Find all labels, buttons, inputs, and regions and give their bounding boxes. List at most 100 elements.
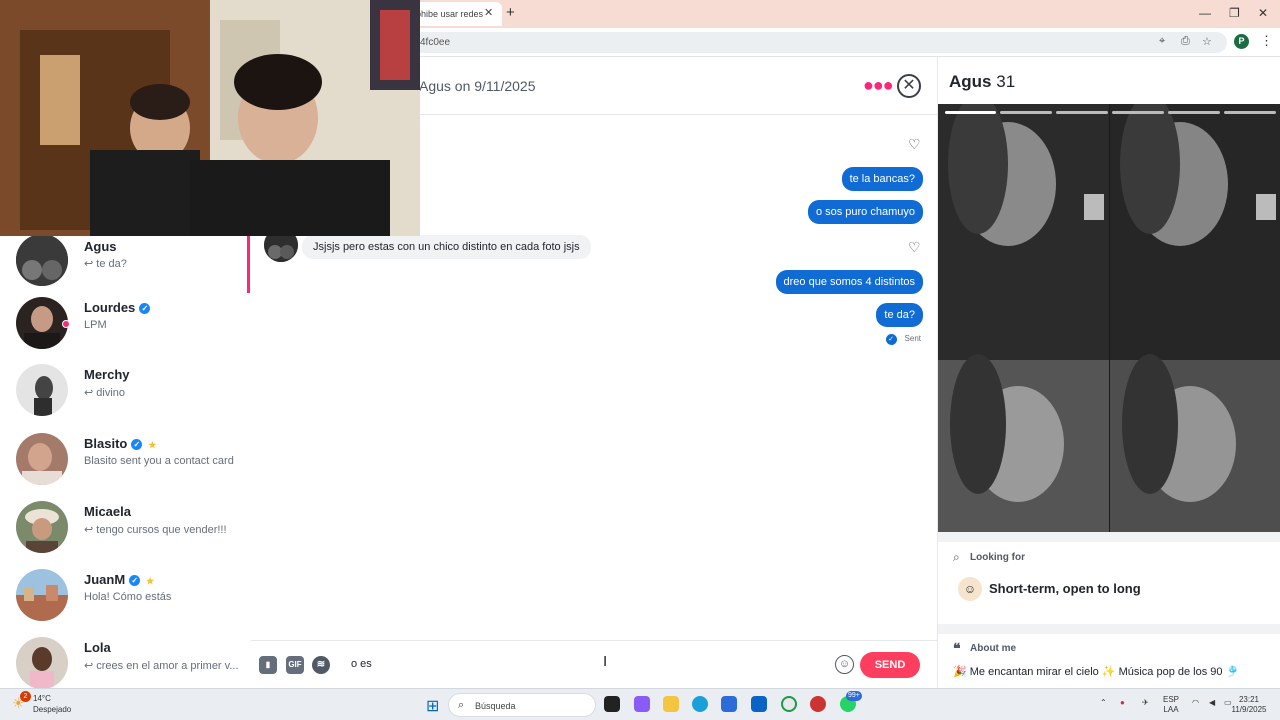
conversation-last-message: Hola! Cómo estás xyxy=(84,591,172,603)
verified-icon: ✓ xyxy=(129,575,141,586)
sent-check-icon: ✓ xyxy=(885,334,897,345)
text-cursor-icon: I xyxy=(603,653,608,670)
bookmark-star-icon[interactable]: ☆ xyxy=(1202,35,1212,48)
about-me-label: About me xyxy=(970,643,1017,654)
chrome-icon[interactable] xyxy=(781,696,797,712)
spotify-icon[interactable]: ≋ xyxy=(312,656,330,674)
conversation-item[interactable]: Micaela ↩ tengo cursos que vender!!! xyxy=(0,494,250,560)
looking-for-card: ⌕ Looking for ☺ Short-term, open to long xyxy=(938,542,1280,624)
conversation-name: Blasito ✓ ★ xyxy=(84,436,157,451)
conversation-last-message: ↩ divino xyxy=(84,387,126,399)
message-bubble-outgoing: te da? xyxy=(876,303,923,327)
profile-photo-image xyxy=(938,104,1280,532)
outlook-icon[interactable] xyxy=(751,696,767,712)
conversation-name: JuanM ✓ ★ xyxy=(84,572,155,587)
chat-title: Agus on 9/11/2025 xyxy=(419,78,536,94)
avatar-photo xyxy=(16,234,68,286)
file-explorer-icon[interactable] xyxy=(663,696,679,712)
conversation-name: Agus xyxy=(84,239,117,254)
minimize-icon[interactable]: — xyxy=(1199,6,1211,20)
emoji-icon[interactable]: ☺ xyxy=(835,655,854,674)
conversation-last-message: ↩ te da? xyxy=(84,258,127,270)
clock[interactable]: 23:21 11/9/2025 xyxy=(1228,695,1270,715)
conversation-name: Merchy xyxy=(84,367,130,382)
whatsapp-badge: 99+ xyxy=(846,691,862,701)
avatar xyxy=(16,433,68,485)
webcam-overlay xyxy=(0,0,420,236)
restore-icon[interactable]: ❐ xyxy=(1229,6,1240,20)
avatar-photo xyxy=(16,433,68,485)
windows-taskbar: ☀ 2 14°C Despejado ⊞ ⌕ Búsqueda 99+ ⌃ ● … xyxy=(0,688,1280,720)
conversation-item[interactable]: Lourdes ✓ LPM xyxy=(0,290,250,356)
send-button[interactable]: SEND xyxy=(860,652,920,678)
avatar xyxy=(16,501,68,553)
profile-photo[interactable] xyxy=(938,104,1280,532)
tray-app-icon[interactable]: ● xyxy=(1120,698,1125,708)
taskbar-search[interactable]: ⌕ Búsqueda xyxy=(448,693,596,717)
conversation-last-message: Blasito sent you a contact card xyxy=(84,455,234,467)
language-indicator[interactable]: ESP LAA xyxy=(1163,695,1179,715)
tray-network-icon[interactable]: ✈ xyxy=(1142,698,1149,708)
message-composer: ▮ GIF ≋ o es I ☺ SEND xyxy=(251,640,937,688)
close-chat-icon[interactable]: ✕ xyxy=(897,74,921,98)
conversation-name: Lola xyxy=(84,640,111,655)
contact-card-icon[interactable]: ▮ xyxy=(259,656,277,674)
copilot-icon[interactable] xyxy=(634,696,650,712)
conversation-item[interactable]: Blasito ✓ ★ Blasito sent you a contact car… xyxy=(0,426,250,492)
avatar-photo xyxy=(16,364,68,416)
verified-icon: ✓ xyxy=(131,439,143,450)
looking-for-label: Looking for xyxy=(970,552,1025,563)
photo-progress-segment xyxy=(1056,111,1108,114)
heart-icon[interactable]: ♡ xyxy=(908,239,921,256)
install-icon[interactable]: ⎙ xyxy=(1181,35,1190,48)
windows-start-icon[interactable]: ⊞ xyxy=(426,696,439,716)
profile-header: Agus 31 xyxy=(938,57,1280,104)
notification-badge: 2 xyxy=(20,691,31,702)
quote-icon: ❝ xyxy=(953,640,961,656)
search-icon: ⌕ xyxy=(458,699,465,711)
message-input[interactable]: o es xyxy=(351,658,372,670)
tab-title: ohibe usar redes xyxy=(416,9,484,19)
conversation-item[interactable]: JuanM ✓ ★ Hola! Cómo estás xyxy=(0,562,250,628)
about-me-card: ❝ About me 🎉 Me encantan mirar el cielo … xyxy=(938,634,1280,688)
message-bubble-incoming: Jsjsjs pero estas con un chico distinto … xyxy=(302,235,591,259)
weather-desc: Despejado xyxy=(33,705,72,714)
conversation-last-message: ↩ tengo cursos que vender!!! xyxy=(84,524,227,536)
task-view-icon[interactable] xyxy=(604,696,620,712)
browser-menu-icon[interactable]: ⋮ xyxy=(1260,33,1273,49)
more-options-icon[interactable]: ●●● xyxy=(863,75,894,96)
avatar xyxy=(16,297,68,349)
profile-avatar-icon[interactable]: P xyxy=(1234,34,1249,49)
relationship-goal-icon: ☺ xyxy=(958,577,982,601)
photo-progress-segment xyxy=(945,111,996,114)
search-icon: ⌕ xyxy=(953,550,960,564)
tray-chevron-icon[interactable]: ⌃ xyxy=(1100,698,1107,708)
heart-icon[interactable]: ♡ xyxy=(908,136,921,153)
photo-progress-segment xyxy=(1000,111,1052,114)
verified-icon: ✓ xyxy=(139,303,151,314)
gif-button[interactable]: GIF xyxy=(286,656,304,674)
address-bar[interactable]: 4fc0ee xyxy=(412,32,1227,53)
conversation-item[interactable]: Merchy ↩ divino xyxy=(0,357,250,423)
edge-icon[interactable] xyxy=(692,696,708,712)
app-icon[interactable] xyxy=(810,696,826,712)
avatar xyxy=(16,234,68,286)
online-dot xyxy=(62,320,70,328)
super-like-icon: ★ xyxy=(146,576,155,586)
conversation-item[interactable]: Lola ↩ crees en el amor a primer v... xyxy=(0,630,250,688)
avatar-photo xyxy=(16,569,68,621)
volume-icon[interactable]: ◀ xyxy=(1209,698,1215,708)
conversation-item[interactable]: Agus ↩ te da? xyxy=(0,227,250,293)
window-close-icon[interactable]: ✕ xyxy=(1258,6,1268,20)
store-icon[interactable] xyxy=(721,696,737,712)
conversation-name: Micaela xyxy=(84,504,131,519)
profile-name: Agus 31 xyxy=(949,72,1016,91)
conversation-last-message: LPM xyxy=(84,319,107,331)
tab-close-icon[interactable]: ✕ xyxy=(484,6,493,19)
avatar xyxy=(16,637,68,688)
location-icon[interactable]: ⌖ xyxy=(1159,35,1165,48)
new-tab-icon[interactable]: + xyxy=(506,4,515,21)
wifi-icon[interactable]: ◠ xyxy=(1192,698,1199,708)
looking-for-value: Short-term, open to long xyxy=(989,581,1141,596)
sent-status: ✓ Sent xyxy=(885,334,921,345)
